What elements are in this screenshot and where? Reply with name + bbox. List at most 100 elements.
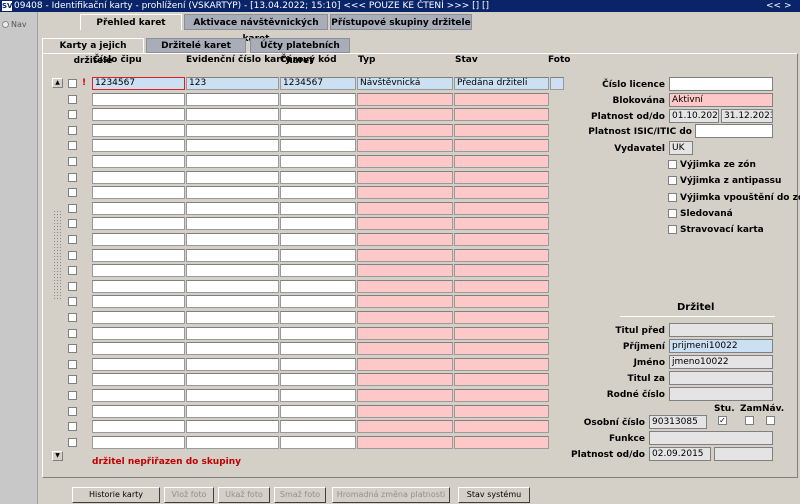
checkbox-icon[interactable]	[668, 209, 677, 218]
field-blokovana[interactable]: Aktivní	[669, 93, 773, 107]
field-cislo-licence[interactable]	[669, 77, 773, 91]
table-cell-typ[interactable]	[357, 171, 453, 184]
table-cell-evid[interactable]	[186, 295, 279, 308]
table-row[interactable]	[0, 93, 560, 107]
table-cell-evid[interactable]	[186, 202, 279, 215]
table-cell-cip[interactable]	[92, 186, 185, 199]
table-cell-stav[interactable]	[454, 108, 549, 121]
tab-aktivace-navstevnickych-karet[interactable]: Aktivace návštěvnických karet	[184, 14, 328, 44]
field-platnost-drzitele-od[interactable]: 02.09.2015	[649, 447, 711, 461]
table-cell-carovy[interactable]	[280, 171, 356, 184]
field-platnost-od[interactable]: 01.10.2021	[669, 109, 719, 123]
table-cell-carovy[interactable]: 1234567	[280, 77, 356, 90]
row-checkbox-icon[interactable]	[68, 110, 77, 119]
table-cell-evid[interactable]	[186, 358, 279, 371]
table-cell-typ[interactable]	[357, 280, 453, 293]
table-cell-stav[interactable]	[454, 233, 549, 246]
table-cell-carovy[interactable]	[280, 124, 356, 137]
table-cell-carovy[interactable]	[280, 249, 356, 262]
table-cell-evid[interactable]	[186, 311, 279, 324]
table-row[interactable]	[0, 171, 560, 185]
table-cell-stav[interactable]	[454, 171, 549, 184]
table-cell-evid[interactable]	[186, 233, 279, 246]
table-cell-stav[interactable]	[454, 436, 549, 449]
field-titul-pred[interactable]	[669, 323, 773, 337]
table-cell-stav[interactable]	[454, 373, 549, 386]
table-cell-stav[interactable]	[454, 155, 549, 168]
field-funkce[interactable]	[649, 431, 773, 445]
table-cell-stav[interactable]	[454, 420, 549, 433]
table-cell-typ[interactable]	[357, 249, 453, 262]
scroll-down-button[interactable]: ▼	[52, 451, 63, 461]
smaz-foto-button[interactable]: Smaž foto	[274, 487, 326, 503]
check-stravovaci-karta[interactable]: Stravovací karta	[668, 225, 764, 235]
field-rodne-cislo[interactable]	[669, 387, 773, 401]
table-cell-carovy[interactable]	[280, 233, 356, 246]
table-row[interactable]	[0, 217, 560, 231]
table-cell-cip[interactable]	[92, 202, 185, 215]
table-cell-cip[interactable]	[92, 311, 185, 324]
row-checkbox-icon[interactable]	[68, 391, 77, 400]
table-cell-evid[interactable]	[186, 436, 279, 449]
field-platnost-do[interactable]: 31.12.2023	[721, 109, 773, 123]
window-controls[interactable]: << >	[766, 0, 791, 12]
tab-ucty-platebnich-karet[interactable]: Účty platebních karet	[250, 38, 350, 66]
vloz-foto-button[interactable]: Vlož foto	[164, 487, 214, 503]
table-row[interactable]	[0, 264, 560, 278]
table-cell-stav[interactable]	[454, 327, 549, 340]
table-cell-stav[interactable]	[454, 389, 549, 402]
field-jmeno[interactable]: jmeno10022	[669, 355, 773, 369]
table-cell-typ[interactable]	[357, 155, 453, 168]
checkbox-icon[interactable]	[668, 160, 677, 169]
table-cell-evid[interactable]	[186, 249, 279, 262]
check-vyjimka-z-antipassu[interactable]: Výjimka z antipassu	[668, 176, 781, 186]
checkbox-zam-icon[interactable]	[745, 416, 754, 425]
row-checkbox-icon[interactable]	[68, 282, 77, 291]
row-checkbox-icon[interactable]	[68, 266, 77, 275]
table-cell-stav[interactable]	[454, 249, 549, 262]
row-checkbox-icon[interactable]	[68, 157, 77, 166]
table-row[interactable]	[0, 280, 560, 294]
table-cell-typ[interactable]	[357, 420, 453, 433]
table-row[interactable]	[0, 108, 560, 122]
table-cell-stav[interactable]	[454, 280, 549, 293]
table-cell-carovy[interactable]	[280, 373, 356, 386]
table-cell-cip[interactable]	[92, 249, 185, 262]
table-cell-typ[interactable]	[357, 139, 453, 152]
table-cell-stav[interactable]	[454, 264, 549, 277]
table-cell-stav[interactable]	[454, 217, 549, 230]
table-cell-typ[interactable]	[357, 358, 453, 371]
table-row[interactable]	[0, 342, 560, 356]
table-cell-typ[interactable]	[357, 202, 453, 215]
table-cell-carovy[interactable]	[280, 405, 356, 418]
table-cell-evid[interactable]	[186, 389, 279, 402]
tab-pristupove-skupiny-drzitele[interactable]: Přístupové skupiny držitele	[330, 14, 472, 30]
table-row[interactable]	[0, 327, 560, 341]
checkbox-stu-checked-icon[interactable]: ✓	[718, 416, 727, 425]
table-cell-typ[interactable]	[357, 373, 453, 386]
table-cell-stav[interactable]	[454, 124, 549, 137]
table-row[interactable]	[0, 139, 560, 153]
check-vyjimka-vpousteni[interactable]: Výjimka vpouštění do zón	[668, 193, 800, 203]
table-cell-typ[interactable]	[357, 436, 453, 449]
row-checkbox-icon[interactable]	[68, 126, 77, 135]
table-cell-cip[interactable]	[92, 436, 185, 449]
table-cell-evid[interactable]: 123	[186, 77, 279, 90]
table-cell-carovy[interactable]	[280, 217, 356, 230]
table-cell-evid[interactable]	[186, 217, 279, 230]
table-cell-evid[interactable]	[186, 373, 279, 386]
table-cell-typ[interactable]	[357, 124, 453, 137]
row-checkbox-icon[interactable]	[68, 173, 77, 182]
table-cell-stav[interactable]	[454, 186, 549, 199]
field-titul-za[interactable]	[669, 371, 773, 385]
table-cell-stav[interactable]	[454, 295, 549, 308]
tab-karty-a-jejich-drzitele[interactable]: Karty a jejich držitelé	[42, 38, 144, 66]
table-cell-carovy[interactable]	[280, 202, 356, 215]
field-platnost-drzitele-do[interactable]	[714, 447, 773, 461]
table-cell-stav[interactable]	[454, 93, 549, 106]
table-cell-evid[interactable]	[186, 139, 279, 152]
table-cell-carovy[interactable]	[280, 93, 356, 106]
table-cell-cip[interactable]	[92, 124, 185, 137]
table-cell-cip[interactable]	[92, 139, 185, 152]
row-checkbox-icon[interactable]	[68, 375, 77, 384]
